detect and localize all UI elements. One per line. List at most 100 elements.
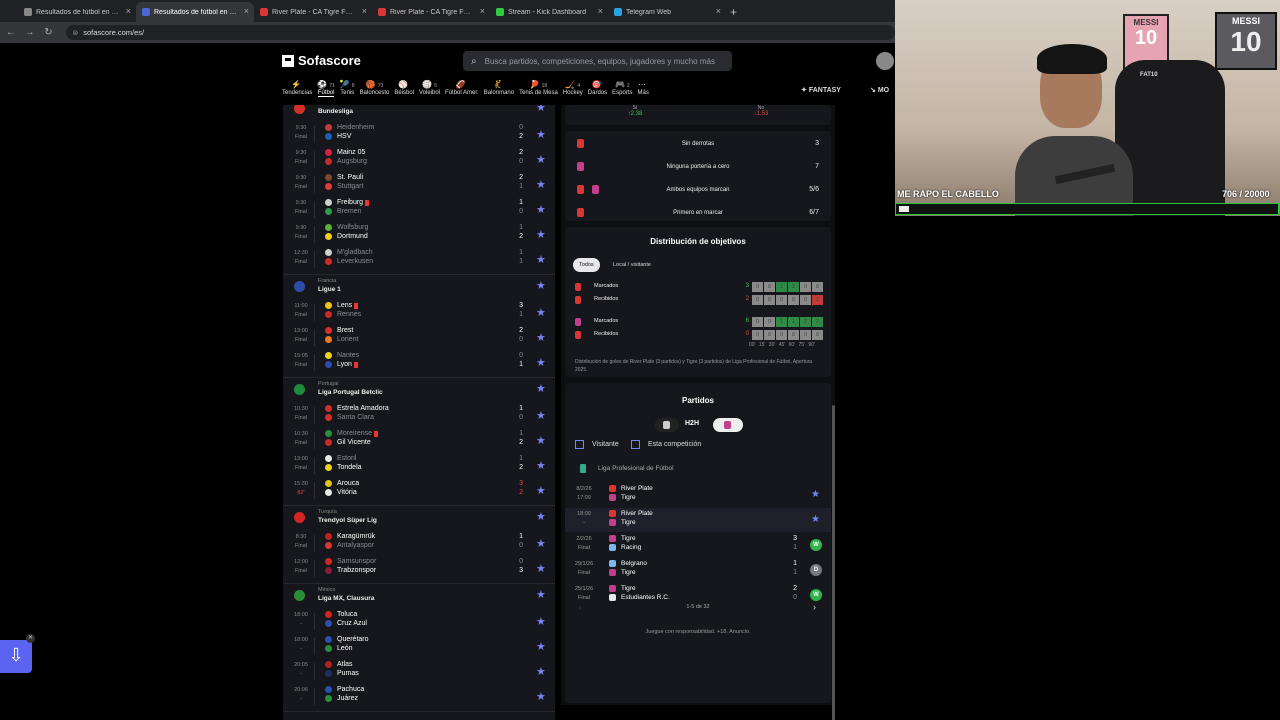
star-icon[interactable]: ★ bbox=[536, 253, 546, 266]
browser-tab[interactable]: River Plate - CA Tigre Fútbol Ca × bbox=[254, 2, 372, 22]
close-tab-icon[interactable]: × bbox=[598, 6, 603, 16]
h2h-match-row[interactable]: 18:00 - River Plate Tigre ★ bbox=[565, 508, 831, 532]
star-icon[interactable]: ★ bbox=[536, 459, 546, 472]
match-row[interactable]: 15:05 Final Nantes Lyon 0 1 ★ bbox=[283, 350, 555, 375]
sport-tab-tenis[interactable]: 🎾 8 Tenis bbox=[340, 79, 355, 103]
download-app-button[interactable]: ⇩ bbox=[0, 640, 32, 673]
star-icon[interactable]: ★ bbox=[536, 178, 546, 191]
more-nav-link[interactable]: ↘ MO bbox=[870, 86, 889, 94]
close-icon[interactable]: ✕ bbox=[26, 634, 35, 643]
star-icon[interactable]: ★ bbox=[536, 484, 546, 497]
star-icon[interactable]: ★ bbox=[536, 640, 546, 653]
star-icon[interactable]: ★ bbox=[536, 434, 546, 447]
h2h-match-row[interactable]: 2/2/26 Final Tigre Racing 3 1 W bbox=[565, 533, 831, 557]
match-row[interactable]: 10:30 Final Moreirense Gil Vicente 1 2 ★ bbox=[283, 428, 555, 453]
odds-cell[interactable]: Sí ↑2.38 bbox=[575, 105, 695, 123]
user-avatar[interactable] bbox=[876, 52, 894, 70]
sofascore-logo[interactable]: Sofascore bbox=[282, 53, 361, 68]
close-tab-icon[interactable]: × bbox=[362, 6, 367, 16]
match-row[interactable]: 20:05 - Atlas Pumas ★ bbox=[283, 659, 555, 684]
close-tab-icon[interactable]: × bbox=[480, 6, 485, 16]
league-header[interactable]: Portugal Liga Portugal Betclic ★ bbox=[283, 378, 555, 403]
sport-tab-tendencias[interactable]: ⚡ Tendencias bbox=[282, 79, 312, 103]
star-icon[interactable]: ★ bbox=[536, 306, 546, 319]
next-page-icon[interactable]: › bbox=[813, 602, 816, 612]
back-icon[interactable]: ← bbox=[3, 27, 19, 38]
match-row[interactable]: 18:00 - Toluca Cruz Azul ★ bbox=[283, 609, 555, 634]
star-icon[interactable]: ★ bbox=[536, 128, 546, 141]
star-icon[interactable]: ★ bbox=[811, 489, 820, 500]
star-icon[interactable]: ★ bbox=[536, 382, 546, 395]
star-icon[interactable]: ★ bbox=[536, 153, 546, 166]
sport-tab-f-tbol[interactable]: ⚽ 71 Fútbol bbox=[317, 79, 335, 103]
site-info-icon[interactable]: ⊜ bbox=[72, 29, 78, 37]
team1-toggle[interactable] bbox=[655, 418, 679, 432]
match-row[interactable]: 12:00 Final Samsunspor Trabzonspor 0 3 ★ bbox=[283, 556, 555, 581]
league-header[interactable]: Francia Ligue 1 ★ bbox=[283, 275, 555, 300]
close-tab-icon[interactable]: × bbox=[716, 6, 721, 16]
new-tab-icon[interactable]: + bbox=[730, 5, 737, 19]
browser-tab[interactable]: River Plate - CA Tigre Fútbol Ca × bbox=[372, 2, 490, 22]
match-row[interactable]: 9:30 Final Freiburg Bremen 1 0 ★ bbox=[283, 197, 555, 222]
sport-tab-f-tbol-amer-[interactable]: 🏈 Fútbol Amer. bbox=[445, 79, 479, 103]
sport-tab-esports[interactable]: 🎮 2 Esports bbox=[612, 79, 632, 103]
sport-tab-dardos[interactable]: 🎯 Dardos bbox=[588, 79, 607, 103]
sport-tab-hockey[interactable]: 🏒 4 Hockey bbox=[563, 79, 583, 103]
match-row[interactable]: 9:30 Final Heidenheim HSV 0 2 ★ bbox=[283, 122, 555, 147]
odds-cell[interactable]: No ↓1.53 bbox=[701, 105, 821, 123]
star-icon[interactable]: ★ bbox=[536, 409, 546, 422]
match-row[interactable]: 13:00 Final Brest Lorient 2 0 ★ bbox=[283, 325, 555, 350]
match-row[interactable]: 10:30 Final Estrela Amadora Santa Clara 1 0 ★ bbox=[283, 403, 555, 428]
match-row[interactable]: 20:06 - Pachuca Juárez ★ bbox=[283, 684, 555, 709]
esta-competicion-checkbox[interactable]: Esta competición bbox=[631, 440, 701, 449]
tab-todos[interactable]: Todos bbox=[573, 258, 600, 272]
close-tab-icon[interactable]: × bbox=[244, 6, 249, 16]
league-header[interactable]: Alemania Bundesliga ★ bbox=[283, 105, 555, 122]
reload-icon[interactable]: ↻ bbox=[41, 27, 57, 38]
sport-tab-tenis-de-mesa[interactable]: 🏓 18 Tenis de Mesa bbox=[519, 79, 558, 103]
fantasy-link[interactable]: ✦ FANTASY bbox=[801, 86, 841, 94]
match-row[interactable]: 8:30 Final Karagümrük Antalyaspor 1 0 ★ bbox=[283, 531, 555, 556]
tab-local-visitante[interactable]: Local / visitante bbox=[607, 258, 657, 272]
match-row[interactable]: 9:30 Final Wolfsburg Dortmund 1 2 ★ bbox=[283, 222, 555, 247]
sport-tab-m-s[interactable]: ⋯ Más bbox=[637, 79, 648, 103]
star-icon[interactable]: ★ bbox=[536, 279, 546, 292]
browser-tab[interactable]: Resultados de fútbol en directo × bbox=[136, 2, 254, 22]
search-input[interactable]: ⌕ Busca partidos, competiciones, equipos,… bbox=[463, 51, 732, 71]
visitante-checkbox[interactable]: Visitante bbox=[575, 440, 619, 449]
sport-tab-balonmano[interactable]: 🤾 Balonmano bbox=[484, 79, 514, 103]
match-row[interactable]: 15:30 82' Arouca Vitória 3 2 ★ bbox=[283, 478, 555, 503]
star-icon[interactable]: ★ bbox=[536, 615, 546, 628]
tournament-header[interactable]: Liga Profesional de Fútbol bbox=[580, 464, 674, 473]
sport-tab-baloncesto[interactable]: 🏀 73 Baloncesto bbox=[360, 79, 390, 103]
h2h-match-row[interactable]: 29/1/26 Final Belgrano Tigre 1 1 D bbox=[565, 558, 831, 582]
star-icon[interactable]: ★ bbox=[536, 105, 546, 114]
star-icon[interactable]: ★ bbox=[536, 588, 546, 601]
star-icon[interactable]: ★ bbox=[536, 203, 546, 216]
star-icon[interactable]: ★ bbox=[811, 514, 820, 525]
match-row[interactable]: 18:00 - Querétaro León ★ bbox=[283, 634, 555, 659]
star-icon[interactable]: ★ bbox=[536, 228, 546, 241]
star-icon[interactable]: ★ bbox=[536, 690, 546, 703]
panel-scrollbar[interactable] bbox=[832, 405, 835, 720]
star-icon[interactable]: ★ bbox=[536, 537, 546, 550]
team2-toggle[interactable] bbox=[713, 418, 743, 432]
league-header[interactable]: Turquía Trendyol Süper Lig ★ bbox=[283, 506, 555, 531]
sport-tab-b-isbol[interactable]: ⚾ Béisbol bbox=[394, 79, 414, 103]
h2h-toggle[interactable]: H2H bbox=[685, 420, 699, 427]
h2h-match-row[interactable]: 8/2/26 17:00 River Plate Tigre ★ bbox=[565, 483, 831, 507]
star-icon[interactable]: ★ bbox=[536, 665, 546, 678]
match-row[interactable]: 9:30 Final Mainz 05 Augsburg 2 0 ★ bbox=[283, 147, 555, 172]
browser-tab[interactable]: Stream - Kick Dashboard × bbox=[490, 2, 608, 22]
url-field[interactable]: ⊜ sofascore.com/es/ bbox=[66, 25, 895, 40]
close-tab-icon[interactable]: × bbox=[126, 6, 131, 16]
star-icon[interactable]: ★ bbox=[536, 331, 546, 344]
match-row[interactable]: 9:30 Final St. Pauli Stuttgart 2 1 ★ bbox=[283, 172, 555, 197]
star-icon[interactable]: ★ bbox=[536, 356, 546, 369]
league-header[interactable]: México Liga MX, Clausura ★ bbox=[283, 584, 555, 609]
star-icon[interactable]: ★ bbox=[536, 510, 546, 523]
match-row[interactable]: 13:00 Final Estoril Tondela 1 2 ★ bbox=[283, 453, 555, 478]
match-row[interactable]: 11:00 Final Lens Rennes 3 1 ★ bbox=[283, 300, 555, 325]
browser-tab[interactable]: Telegram Web × bbox=[608, 2, 726, 22]
star-icon[interactable]: ★ bbox=[536, 562, 546, 575]
